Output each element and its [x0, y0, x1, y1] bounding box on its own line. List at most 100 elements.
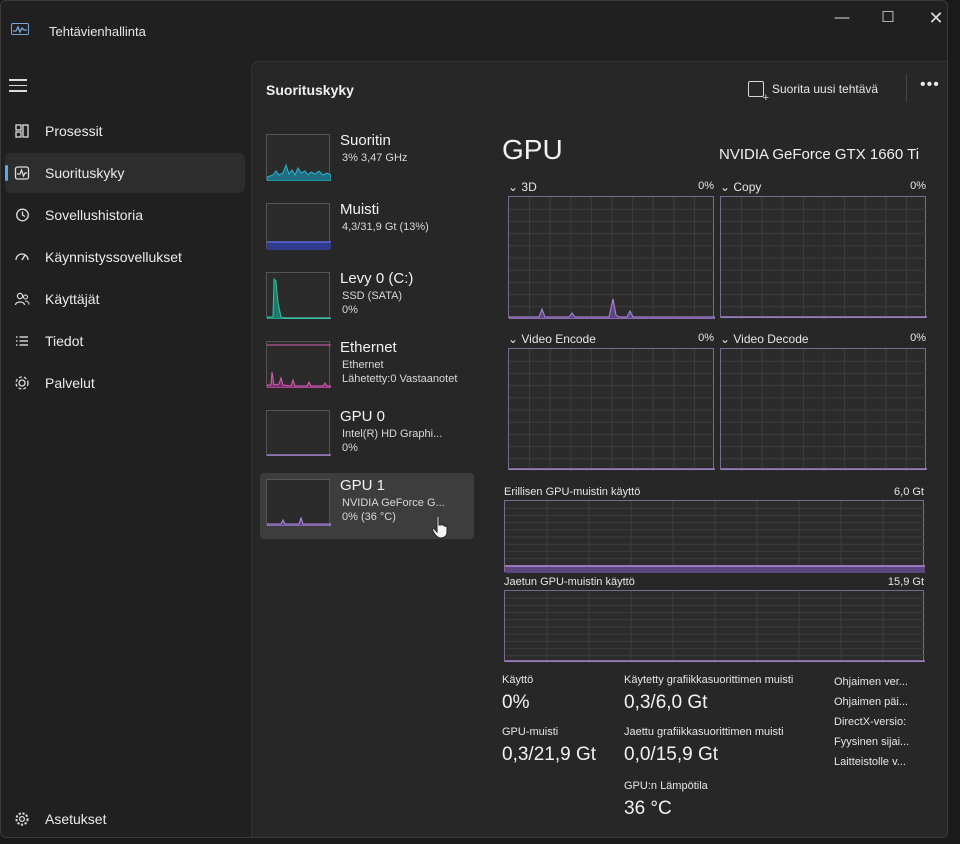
driver-version-label: Ohjaimen ver... [834, 676, 908, 688]
chevron-down-icon: ⌄ [508, 332, 522, 346]
device-name: Muisti [340, 201, 380, 218]
physical-location-label: Fyysinen sijai... [834, 736, 910, 748]
device-detail: 3% 3,47 GHz [342, 152, 408, 164]
usage-value: 0% [502, 692, 530, 713]
shared-memory-used-value: 0,0/15,9 Gt [624, 744, 719, 765]
device-name: Suoritin [340, 132, 391, 149]
sidebar-item-app-history[interactable]: Sovellushistoria [5, 195, 245, 235]
services-icon [11, 372, 33, 394]
gpu1-thumbnail-graph [266, 479, 331, 526]
device-item-cpu[interactable]: Suoritin 3% 3,47 GHz [260, 128, 474, 194]
device-name: Ethernet [340, 339, 397, 356]
engine-dropdown-video-decode[interactable]: ⌄ Video Decode [720, 332, 809, 346]
device-detail: Intel(R) HD Graphi... [342, 428, 443, 440]
device-item-gpu-0[interactable]: GPU 0 Intel(R) HD Graphi... 0% [260, 404, 474, 470]
sidebar-item-label: Suorituskyky [45, 165, 125, 181]
shared-memory-graph [504, 590, 925, 663]
device-name: GPU 0 [340, 408, 386, 425]
run-task-label: Suorita uusi tehtävä [772, 82, 879, 96]
sidebar-item-processes[interactable]: Prosessit [5, 111, 245, 151]
engine-video-encode: ⌄ Video Encode 0% [508, 332, 715, 474]
sidebar-item-settings[interactable]: Asetukset [5, 799, 245, 837]
sidebar-item-label: Palvelut [45, 375, 95, 391]
engine-copy: ⌄ Copy 0% [720, 180, 927, 322]
directx-version-label: DirectX-versio: [834, 716, 907, 728]
page-title: Suorituskyky [266, 82, 354, 98]
sidebar-item-services[interactable]: Palvelut [5, 363, 245, 403]
performance-icon [11, 162, 33, 184]
sidebar-item-label: Käynnistyssovellukset [45, 249, 182, 265]
sidebar-item-label: Prosessit [45, 123, 103, 139]
device-detail: 4,3/31,9 Gt (13%) [342, 221, 429, 233]
device-detail: NVIDIA GeForce G... [342, 497, 445, 509]
device-item-ethernet[interactable]: Ethernet Ethernet Lähetetty:0 Vastaanote… [260, 335, 474, 401]
engine-graph-3d [508, 196, 715, 319]
settings-label: Asetukset [45, 811, 107, 827]
dedicated-memory-max: 6,0 Gt [894, 486, 924, 498]
engine-percent: 0% [910, 180, 926, 192]
hand-cursor-icon [431, 515, 449, 544]
gpu-memory-label: GPU-muisti [502, 726, 559, 738]
gpu-temperature-value: 36 °C [624, 798, 672, 819]
sidebar-item-label: Sovellushistoria [45, 207, 144, 223]
engine-dropdown-video-encode[interactable]: ⌄ Video Encode [508, 332, 596, 346]
engine-percent: 0% [698, 332, 714, 344]
sidebar-item-details[interactable]: Tiedot [5, 321, 245, 361]
device-item-disk[interactable]: Levy 0 (C:) SSD (SATA) 0% [260, 266, 474, 332]
gpu0-thumbnail-graph [266, 410, 331, 456]
driver-date-label: Ohjaimen päi... [834, 696, 908, 708]
sidebar-nav: Prosessit Suorituskyky Sovellushistoria … [1, 109, 249, 405]
maximize-button[interactable]: ☐ [875, 7, 901, 29]
gear-icon [11, 808, 33, 830]
users-icon [11, 288, 33, 310]
dedicated-memory-graph [504, 500, 925, 573]
engine-percent: 0% [698, 180, 714, 192]
sidebar-item-users[interactable]: Käyttäjät [5, 279, 245, 319]
more-options-button[interactable]: ••• [920, 76, 940, 94]
gpu-heading: GPU [502, 134, 563, 165]
minimize-button[interactable]: — [829, 7, 855, 29]
sidebar-item-performance[interactable]: Suorituskyky [5, 153, 245, 193]
processes-icon [11, 120, 33, 142]
device-detail-secondary: 0% [342, 304, 358, 316]
device-name: Levy 0 (C:) [340, 270, 414, 287]
close-button[interactable]: ✕ [923, 7, 947, 29]
device-detail-secondary: 0% (36 °C) [342, 511, 396, 523]
header-divider [906, 74, 907, 102]
engine-dropdown-copy[interactable]: ⌄ Copy [720, 180, 761, 194]
chevron-down-icon: ⌄ [720, 180, 734, 194]
engine-dropdown-3d[interactable]: ⌄ 3D [508, 180, 537, 194]
hamburger-menu-icon[interactable] [9, 79, 27, 93]
device-name: GPU 1 [340, 477, 386, 494]
task-manager-window: Tehtävienhallinta — ☐ ✕ Prosessit Suorit… [0, 0, 948, 838]
device-detail-secondary: Lähetetty:0 Vastaanotet [342, 373, 458, 385]
startup-icon [11, 246, 33, 268]
performance-panel: Suorituskyky Suorita uusi tehtävä ••• Su… [251, 61, 947, 837]
gpu-memory-value: 0,3/21,9 Gt [502, 744, 597, 765]
device-list: Suoritin 3% 3,47 GHz Muisti 4,3/31,9 Gt … [260, 128, 474, 542]
shared-memory-label: Jaetun GPU-muistin käyttö [504, 576, 635, 588]
ethernet-thumbnail-graph [266, 341, 331, 388]
details-icon [11, 330, 33, 352]
engine-percent: 0% [910, 332, 926, 344]
sidebar-item-startup-apps[interactable]: Käynnistyssovellukset [5, 237, 245, 277]
gpu-model-name: NVIDIA GeForce GTX 1660 Ti [719, 146, 920, 163]
gpu-temperature-label: GPU:n Lämpötila [624, 780, 708, 792]
shared-memory-used-label: Jaettu grafiikkasuorittimen muisti [624, 726, 784, 738]
run-new-task-button[interactable]: Suorita uusi tehtävä [748, 78, 879, 104]
device-detail: Ethernet [342, 359, 384, 371]
device-detail: SSD (SATA) [342, 290, 403, 302]
device-item-memory[interactable]: Muisti 4,3/31,9 Gt (13%) [260, 197, 474, 263]
title-bar: Tehtävienhallinta — ☐ ✕ [1, 1, 947, 59]
engine-graph-video-encode [508, 348, 715, 471]
history-icon [11, 204, 33, 226]
cpu-thumbnail-graph [266, 134, 331, 181]
app-title: Tehtävienhallinta [49, 24, 146, 39]
hardware-reserved-label: Laitteistolle v... [834, 756, 906, 768]
task-manager-app-icon [11, 23, 29, 35]
sidebar-item-label: Tiedot [45, 333, 84, 349]
chevron-down-icon: ⌄ [720, 332, 734, 346]
memory-thumbnail-graph [266, 203, 331, 250]
usage-label: Käyttö [502, 674, 534, 686]
device-detail-secondary: 0% [342, 442, 358, 454]
